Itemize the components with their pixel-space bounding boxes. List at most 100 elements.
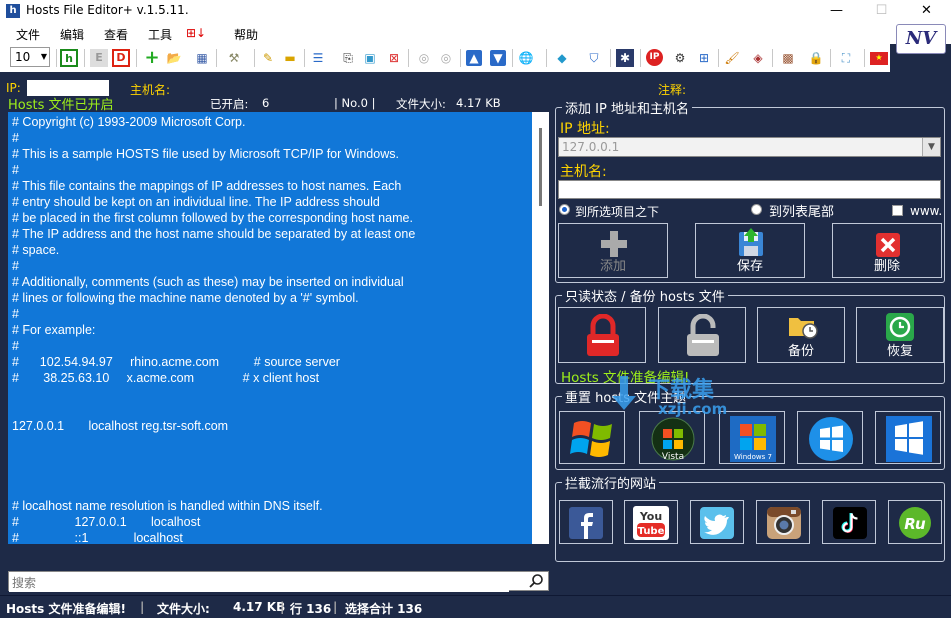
add-button[interactable]: 添加	[558, 223, 668, 278]
menu-bar: 文件 编辑 查看 工具 ⊞↓ 帮助	[0, 22, 951, 44]
hostname-label: 主机名:	[560, 164, 607, 180]
minimize-button[interactable]: —	[814, 0, 859, 22]
menu-file[interactable]: 文件	[16, 26, 40, 43]
hosts-status: Hosts 文件已开启	[8, 98, 114, 113]
close-button[interactable]: ✕	[904, 0, 949, 22]
menu-view[interactable]: 查看	[104, 26, 128, 43]
lock-icon[interactable]: 🔒	[806, 48, 826, 68]
block-facebook-button[interactable]	[559, 500, 613, 544]
disable-d-icon[interactable]: D	[112, 49, 130, 67]
check-all-icon[interactable]: ◎	[436, 48, 456, 68]
font-size-select[interactable]: 10 ▼	[10, 47, 50, 67]
svg-text:Ru: Ru	[904, 515, 926, 533]
edit-note-icon[interactable]: ✎	[258, 48, 278, 68]
dns-icon[interactable]: ⚙	[670, 48, 690, 68]
svg-text:Tube: Tube	[638, 526, 665, 537]
windows-10-11-button[interactable]	[875, 411, 941, 464]
flush-icon[interactable]: ◈	[748, 48, 768, 68]
block-sites-panel: 拦截流行的网站	[555, 473, 945, 562]
watermark: 下载集 xzji.com	[604, 372, 744, 422]
block-ru-button[interactable]: Ru	[888, 500, 942, 544]
block-youtube-button[interactable]: You Tube	[624, 500, 678, 544]
globe-icon[interactable]: 🌐	[516, 48, 536, 68]
status-bar: Hosts 文件准备编辑! | 文件大小: 4.17 KB | 行 136 | …	[0, 595, 951, 618]
block-tiktok-button[interactable]	[822, 500, 876, 544]
windows-flag-icon[interactable]: ⊞↓	[186, 26, 206, 40]
floppy-save-icon	[739, 228, 763, 256]
windows-icon[interactable]: ⊞	[694, 48, 714, 68]
svg-text:Windows 7: Windows 7	[734, 453, 772, 461]
add-icon[interactable]: +	[142, 48, 162, 68]
block-twitter-button[interactable]	[690, 500, 744, 544]
search-icon[interactable]	[528, 573, 544, 589]
package-icon[interactable]: ▩	[778, 48, 798, 68]
clear-icon[interactable]: ⊠	[384, 48, 404, 68]
restore-button[interactable]: 恢复	[856, 307, 944, 363]
window-title: Hosts File Editor+ v.1.5.11.	[26, 3, 189, 17]
ip-address-field[interactable]: 127.0.0.1 ▼	[558, 137, 941, 157]
svg-text:You: You	[639, 510, 662, 523]
chevron-down-icon[interactable]: ▼	[922, 138, 940, 156]
hosts-editor[interactable]: # Copyright (c) 1993-2009 Microsoft Corp…	[8, 112, 532, 544]
unlock-button[interactable]	[658, 307, 746, 363]
editor-line: #	[12, 339, 19, 353]
fullscreen-icon[interactable]: ⛶	[836, 48, 856, 68]
ip-address-label: IP 地址:	[560, 121, 610, 137]
list-add-icon[interactable]: ☰	[308, 48, 328, 68]
block-instagram-button[interactable]	[756, 500, 810, 544]
hostname-field[interactable]	[558, 180, 941, 199]
menu-edit[interactable]: 编辑	[60, 26, 84, 43]
www-checkbox[interactable]	[892, 205, 903, 216]
radio-below-label: 到所选项目之下	[575, 205, 660, 219]
shield-icon[interactable]: ⛉	[584, 48, 604, 68]
backup-button[interactable]: 备份	[757, 307, 845, 363]
save-button[interactable]: 保存	[695, 223, 805, 278]
enable-e-icon[interactable]: E	[90, 49, 108, 67]
editor-line: # 102.54.94.97 rhino.acme.com # source s…	[12, 355, 340, 369]
search-input[interactable]	[9, 574, 509, 592]
maximize-button[interactable]: ☐	[859, 0, 904, 22]
menu-tools[interactable]: 工具	[148, 26, 172, 43]
radio-below-selected[interactable]	[559, 204, 570, 215]
editor-line: #	[12, 131, 19, 145]
hosts-h-icon[interactable]: h	[60, 49, 78, 67]
filesize-label: 文件大小:	[396, 97, 446, 111]
menu-help[interactable]: 帮助	[234, 26, 258, 43]
windows-10-icon	[886, 416, 932, 462]
open-folder-icon[interactable]: 📂	[164, 48, 184, 68]
windows-7-icon: Windows 7	[730, 416, 776, 462]
ip-icon[interactable]: IP	[646, 49, 663, 66]
language-flag-icon[interactable]: ★	[870, 52, 888, 65]
radio-end-label: 到列表尾部	[769, 205, 835, 220]
radio-end-of-list[interactable]	[751, 204, 762, 215]
restore-clock-icon	[886, 313, 914, 341]
editor-line: # This file contains the mappings of IP …	[12, 179, 402, 193]
move-up-icon[interactable]: ▲	[466, 50, 482, 66]
tools-icon[interactable]: ⚒	[224, 48, 244, 68]
delete-button[interactable]: 删除	[832, 223, 942, 278]
windows-defender-icon[interactable]: ◆	[552, 48, 572, 68]
tiktok-icon	[833, 507, 867, 539]
editor-line: #	[12, 163, 19, 177]
svg-text:Vista: Vista	[662, 452, 684, 462]
check-icon[interactable]: ◎	[414, 48, 434, 68]
move-down-icon[interactable]: ▼	[490, 50, 506, 66]
copy-icon[interactable]: ⎘	[338, 48, 358, 68]
download-arrow-icon	[612, 376, 636, 410]
instagram-icon	[767, 507, 801, 539]
clean-icon[interactable]: 🖌	[722, 48, 742, 68]
folder-icon[interactable]: ▬	[280, 48, 300, 68]
www-label: www.	[910, 204, 943, 218]
scrollbar-thumb[interactable]	[539, 128, 542, 206]
lock-readonly-button[interactable]	[558, 307, 646, 363]
windows-8-button[interactable]	[797, 411, 863, 464]
nv-logo: NV	[896, 24, 946, 54]
save-disk-icon[interactable]: ▦	[192, 48, 212, 68]
network-icon[interactable]: ✱	[616, 49, 634, 67]
window-icon[interactable]: ▣	[360, 48, 380, 68]
search-box	[8, 571, 549, 592]
